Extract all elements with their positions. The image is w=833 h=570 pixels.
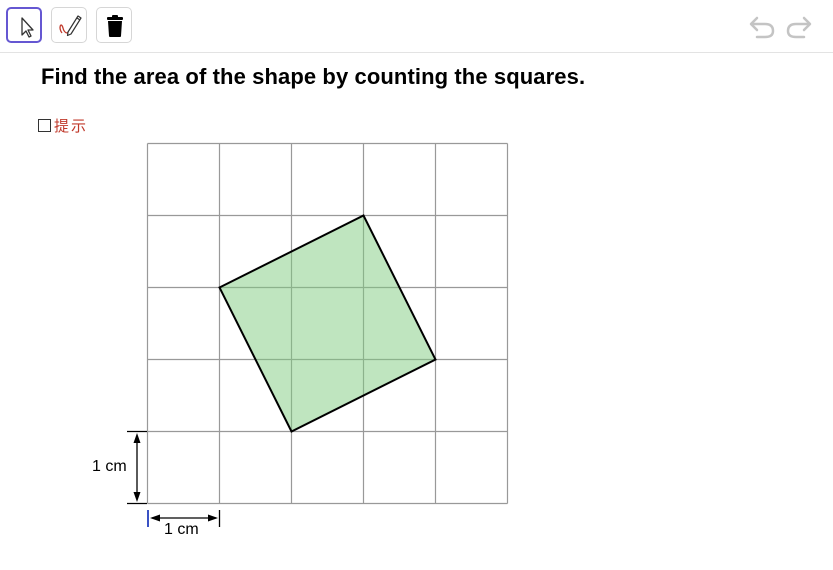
geometry-canvas bbox=[127, 142, 509, 527]
vertical-dimension-marker bbox=[127, 430, 147, 505]
vertical-dimension-label: 1 cm bbox=[92, 458, 127, 475]
horizontal-dimension-label: 1 cm bbox=[164, 521, 199, 538]
tilted-square-shape[interactable] bbox=[218, 214, 437, 433]
